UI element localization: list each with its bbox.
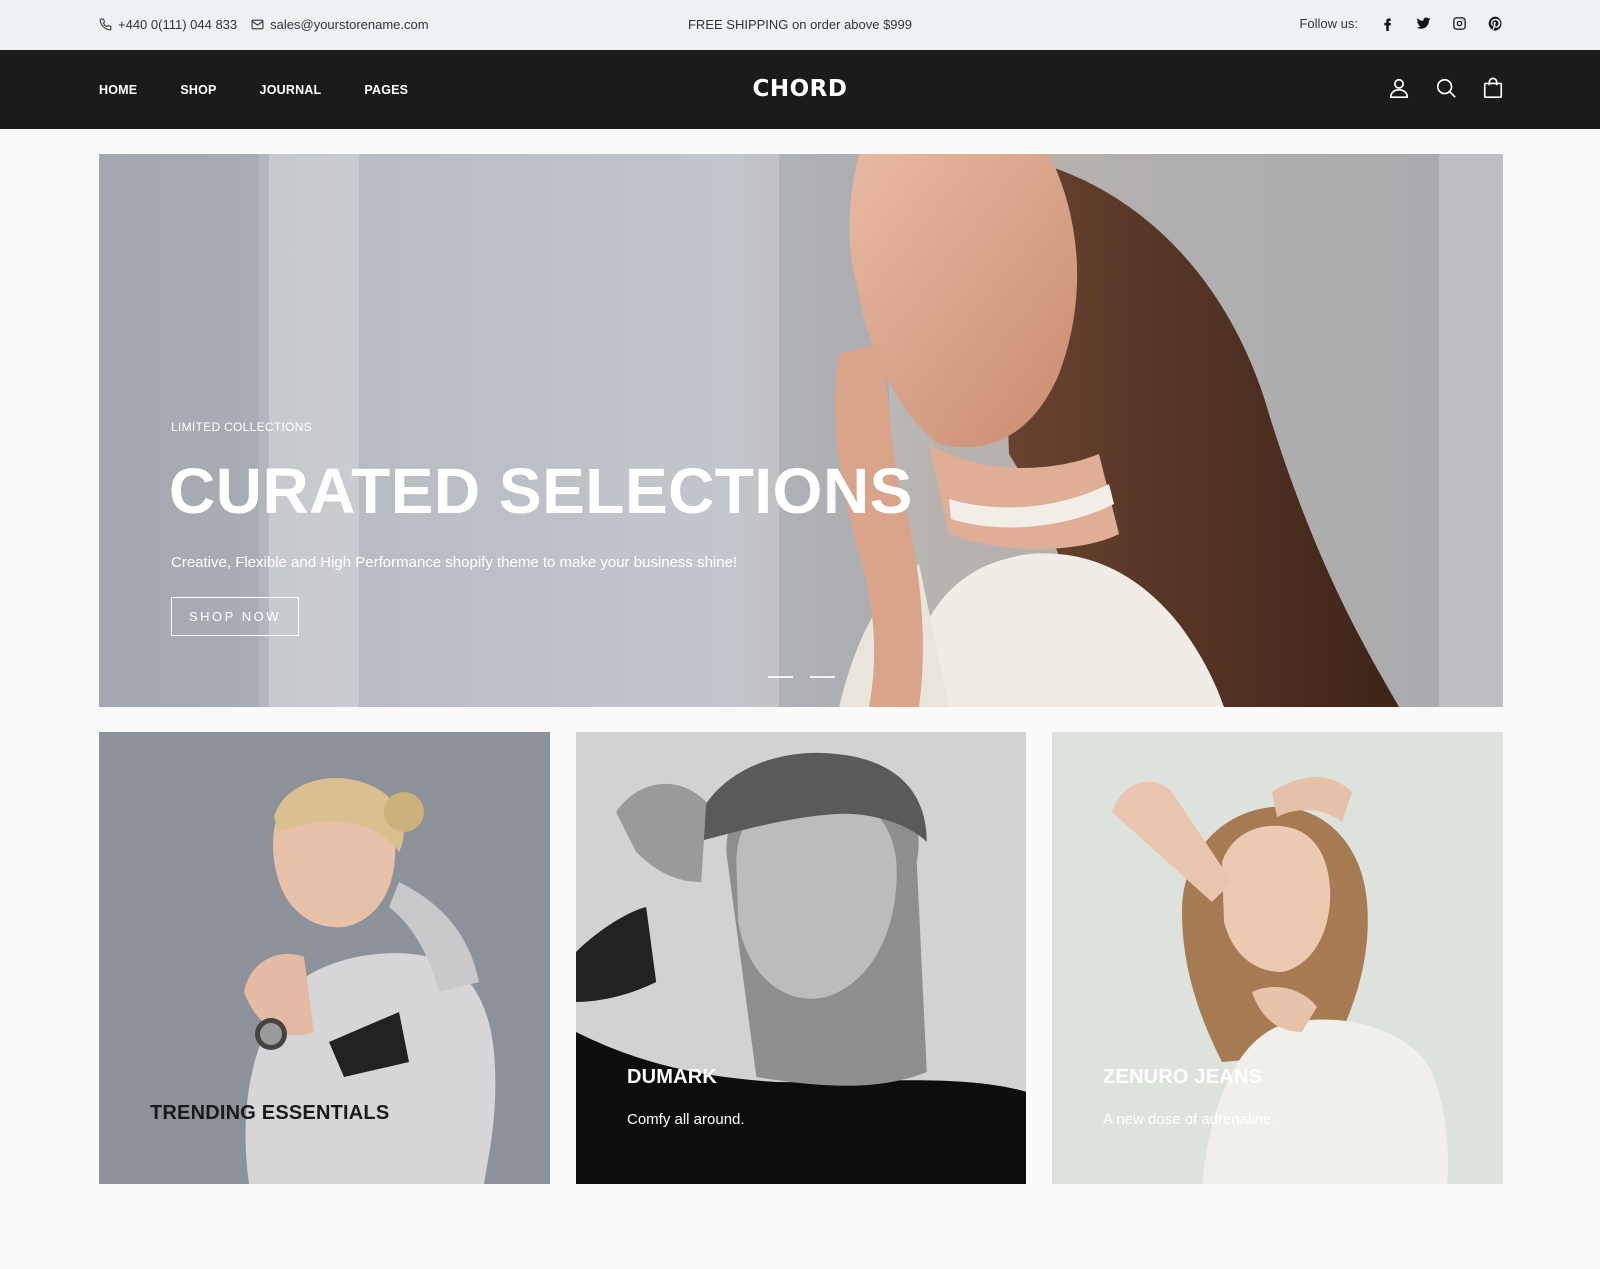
cart-icon[interactable] <box>1482 77 1504 99</box>
hero-slider: LIMITED COLLECTIONS CURATED SELECTIONS C… <box>99 154 1503 707</box>
social-follow: Follow us: <box>1299 14 1504 32</box>
header-icons <box>1388 77 1504 99</box>
card-title: DUMARK <box>627 1066 718 1088</box>
slider-pagination <box>768 676 835 678</box>
main-nav: HOME SHOP JOURNAL PAGES CHORD <box>0 50 1600 129</box>
instagram-icon[interactable] <box>1450 14 1468 32</box>
collection-card-trending[interactable]: TRENDING ESSENTIALS <box>99 732 550 1184</box>
hero-subtitle: Creative, Flexible and High Performance … <box>171 554 738 571</box>
follow-label: Follow us: <box>1299 15 1358 31</box>
card-title: ZENURO JEANS <box>1103 1066 1263 1088</box>
pinterest-icon[interactable] <box>1486 14 1504 32</box>
slide-dot-2[interactable] <box>810 676 835 678</box>
card-subtitle: A new dose of adrenaline. <box>1103 1111 1276 1128</box>
card-subtitle: Comfy all around. <box>627 1111 745 1128</box>
facebook-icon[interactable] <box>1378 14 1396 32</box>
user-icon[interactable] <box>1388 77 1410 99</box>
site-logo[interactable]: CHORD <box>0 76 1600 102</box>
slide-dot-1[interactable] <box>768 676 793 678</box>
search-icon[interactable] <box>1435 77 1457 99</box>
collection-card-dumark[interactable]: DUMARK Comfy all around. <box>576 732 1026 1184</box>
hero-title: CURATED SELECTIONS <box>169 455 913 527</box>
twitter-icon[interactable] <box>1414 14 1432 32</box>
collection-card-zenuro[interactable]: ZENURO JEANS A new dose of adrenaline. <box>1052 732 1503 1184</box>
card-title: TRENDING ESSENTIALS <box>150 1102 390 1124</box>
hero-kicker: LIMITED COLLECTIONS <box>171 420 313 434</box>
shop-now-button[interactable]: SHOP NOW <box>171 597 299 636</box>
top-bar: +440 0(111) 044 833 sales@yourstorename.… <box>0 0 1600 50</box>
